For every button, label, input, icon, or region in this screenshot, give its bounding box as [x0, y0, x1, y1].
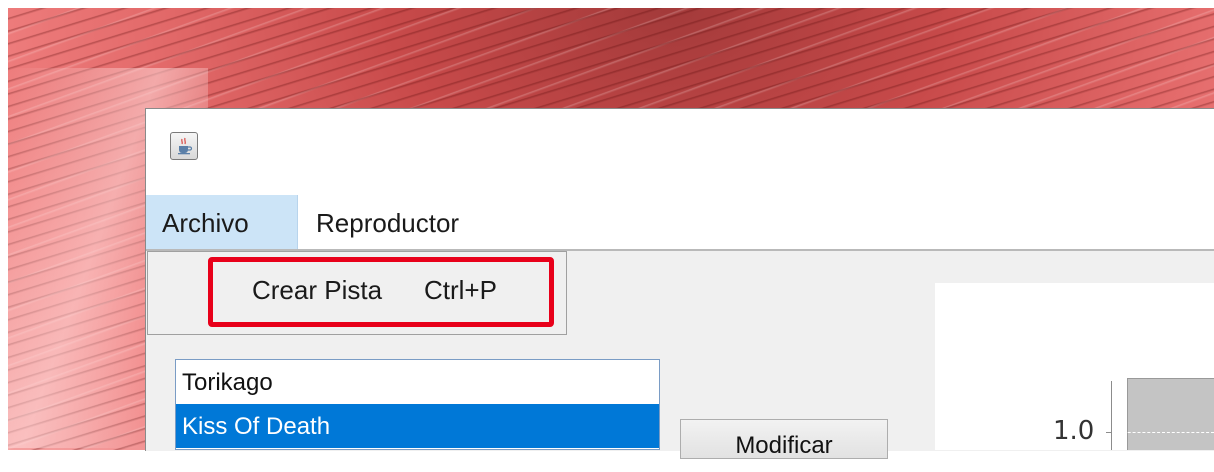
list-item-selected[interactable]: Kiss Of Death: [176, 404, 659, 448]
highlight-box: [208, 257, 554, 327]
y-tick: [1106, 432, 1112, 433]
menu-archivo[interactable]: Archivo: [146, 195, 298, 249]
chart-bar: [1127, 378, 1214, 450]
modify-button[interactable]: Modificar: [680, 419, 888, 459]
y-axis: [1111, 381, 1112, 450]
track-list[interactable]: Torikago Kiss Of Death: [175, 359, 660, 450]
list-item[interactable]: Torikago: [176, 360, 659, 404]
java-coffee-cup-icon[interactable]: [170, 132, 198, 160]
menu-bar: Archivo Reproductor: [146, 195, 1214, 251]
chart-gridline: [1113, 432, 1214, 433]
title-bar: [146, 109, 1214, 195]
y-tick-label: 1.0: [1053, 416, 1095, 446]
menu-reproductor[interactable]: Reproductor: [300, 195, 512, 249]
